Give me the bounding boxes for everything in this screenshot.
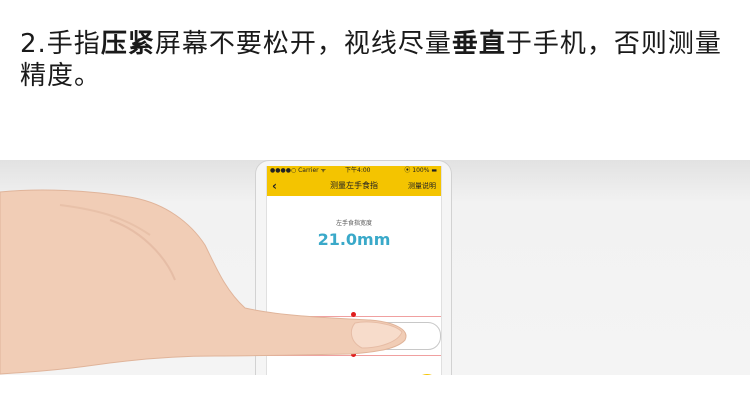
demo-photo: ●●●●○ Carrier ᯤ 下午4:00 ⦿ 100% ▬ ‹ 测量左手食指…: [0, 160, 750, 375]
instruction-emphasis-vertical: 垂直: [451, 29, 506, 59]
instruction-prefix: 2.手指: [20, 29, 101, 59]
instruction-middle: 屏幕不要松开，视线尽量: [154, 29, 452, 59]
hand-illustration: [0, 189, 407, 375]
instruction-emphasis-press: 压紧: [100, 29, 155, 59]
instruction-text: 2.手指压紧屏幕不要松开，视线尽量垂直于手机，否则测量精度。: [20, 28, 735, 92]
